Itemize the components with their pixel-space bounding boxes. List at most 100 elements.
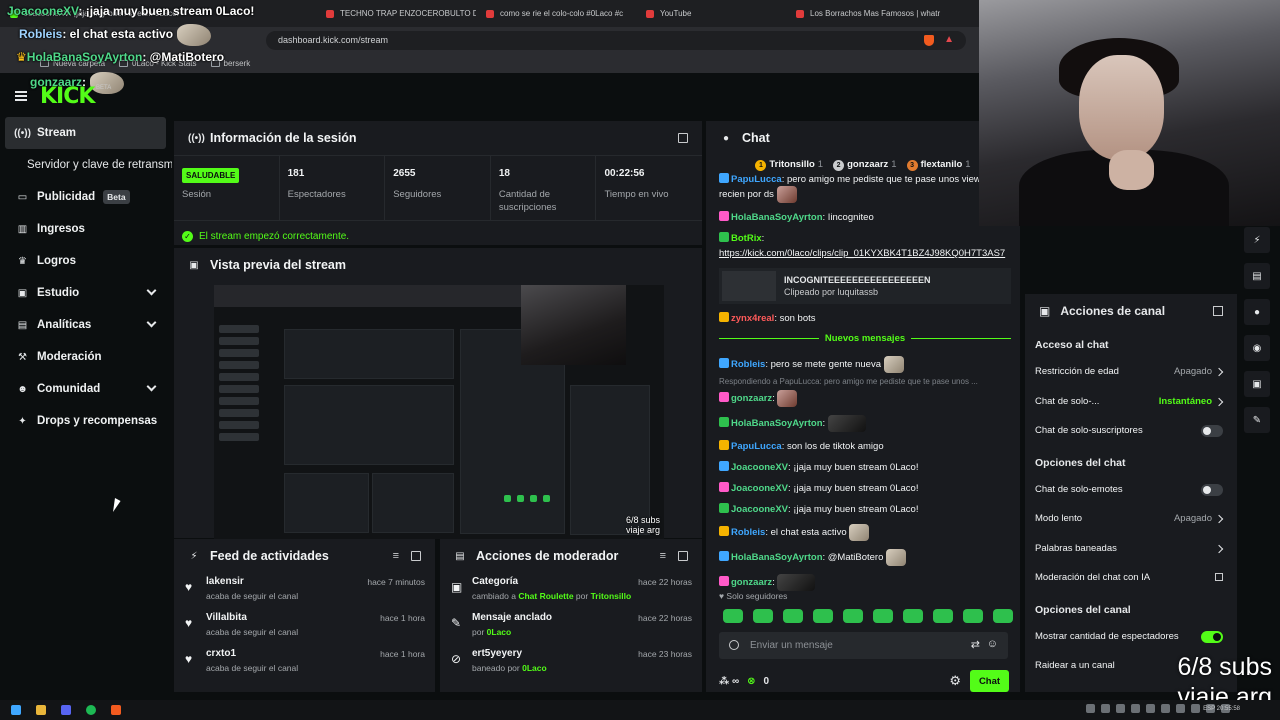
channel-icon[interactable]: ▣ [1244, 371, 1270, 397]
kick-logo[interactable]: KICK [40, 84, 95, 109]
mod-action-target[interactable]: Chat Roulette [518, 591, 573, 601]
sidebar-item[interactable]: ▣ Estudio [0, 277, 172, 309]
toggle-switch[interactable] [1201, 630, 1223, 643]
emote-button[interactable] [753, 609, 773, 623]
sidebar-item[interactable]: ((•)) Stream [5, 117, 166, 149]
windows-start-icon[interactable] [11, 705, 21, 715]
sidebar-item[interactable]: ☻ Comunidad [0, 373, 172, 405]
lightning-icon[interactable]: ⚡ [1244, 227, 1270, 253]
emote-button[interactable] [843, 609, 863, 623]
external-link-icon[interactable] [1215, 573, 1223, 581]
chat-username[interactable]: PapuLucca [731, 174, 782, 185]
broadcast-icon[interactable]: ◉ [1244, 335, 1270, 361]
url-field[interactable]: dashboard.kick.com/stream ▲ [266, 30, 966, 50]
browser-tab[interactable]: Los Borrachos Mas Famosos | whatr [786, 0, 956, 27]
chat-username[interactable]: PapuLucca [731, 441, 782, 452]
browser-tab[interactable]: como se rie el colo-colo #0Laco #c [476, 0, 636, 27]
sidebar-item[interactable]: ▤ Analíticas [0, 309, 172, 341]
chat-username[interactable]: zynx4real [731, 313, 774, 324]
setting-row[interactable]: Modo lento Apagado [1025, 504, 1237, 534]
chat-username[interactable]: HolaBanaSoyAyrton [731, 212, 823, 223]
setting-row[interactable]: Chat de solo-suscriptores [1025, 416, 1237, 446]
discord-icon[interactable] [61, 705, 71, 715]
chat-username[interactable]: JoacooneXV [731, 462, 788, 473]
points-icon[interactable]: ⊗ [747, 676, 755, 687]
emote-button[interactable] [813, 609, 833, 623]
smiley-icon[interactable] [729, 640, 739, 650]
setting-row[interactable]: Mostrar cantidad de espectadores [1025, 622, 1237, 652]
mod-action-target[interactable]: 0Laco [487, 627, 512, 637]
sidebar-item[interactable]: Servidor y clave de retransmisión [0, 149, 172, 181]
emote-button[interactable] [723, 609, 743, 623]
gear-icon[interactable]: ⚙ [949, 673, 961, 689]
emote-button[interactable] [783, 609, 803, 623]
setting-row[interactable]: Chat de solo-emotes [1025, 475, 1237, 505]
emote-button[interactable] [903, 609, 923, 623]
chat-username[interactable]: JoacooneXV [731, 504, 788, 515]
setting-row[interactable]: Restricción de edad Apagado [1025, 357, 1237, 387]
translate-icon[interactable]: ⇄ [971, 638, 980, 651]
brave-shield-icon[interactable] [924, 34, 934, 46]
top-gifter[interactable]: 2 gonzaarz 1 [833, 159, 897, 171]
brave-browser-icon[interactable] [111, 705, 121, 715]
top-gifter[interactable]: 1 Tritonsillo 1 [755, 159, 823, 171]
mod-action-target[interactable]: 0Laco [522, 663, 547, 673]
sidebar-item[interactable]: ✦ Drops y recompensas [0, 405, 172, 437]
emote-button[interactable] [963, 609, 983, 623]
sidebar-item[interactable]: ▥ Ingresos [0, 213, 172, 245]
clip-card[interactable]: INCOGNITEEEEEEEEEEEEEEEEN Clipeado por lu… [719, 268, 1011, 304]
warning-icon[interactable]: ▲ [944, 34, 954, 45]
filter-icon[interactable]: ≡ [393, 550, 399, 562]
toggle-switch[interactable] [1201, 483, 1223, 496]
sidebar-item[interactable]: ⚒ Moderación [0, 341, 172, 373]
emote-button[interactable] [933, 609, 953, 623]
clipboard-icon[interactable]: ▤ [1244, 263, 1270, 289]
spotify-icon[interactable] [86, 705, 96, 715]
chat-bubble-icon[interactable]: ● [1244, 299, 1270, 325]
file-explorer-icon[interactable] [36, 705, 46, 715]
chevron-right-icon[interactable] [1214, 367, 1224, 377]
chat-username[interactable]: BotRix [731, 233, 762, 244]
feed-row[interactable]: ♥ Villalbita acaba de seguir el canal hace … [174, 609, 435, 645]
browser-tab[interactable]: YouTube [636, 0, 786, 27]
feed-row[interactable]: ♥ crxto1 acaba de seguir el canal hace 1 ho… [174, 645, 435, 681]
chevron-right-icon[interactable] [1214, 514, 1224, 524]
chevron-down-icon[interactable] [146, 381, 157, 392]
chat-username[interactable]: gonzaarz [731, 393, 772, 404]
chevron-right-icon[interactable] [1214, 544, 1224, 553]
chat-input[interactable]: Enviar un mensaje ⇄ ☺ [719, 632, 1008, 659]
feed-row[interactable]: ♥ lakensir acaba de seguir el canal hace 7 … [174, 573, 435, 609]
clip-link[interactable]: https://kick.com/0laco/clips/clip_01KYXB… [719, 247, 1011, 260]
mod-action-row[interactable]: ✎ Mensaje anclado por 0Laco hace 22 horas [440, 609, 702, 645]
emote-button[interactable] [993, 609, 1013, 623]
emoji-icon[interactable]: ☺ [987, 638, 998, 650]
chat-username[interactable]: HolaBanaSoyAyrton [731, 418, 823, 429]
chevron-right-icon[interactable] [1214, 397, 1224, 406]
new-messages-divider[interactable]: Nuevos mensajes [719, 333, 1011, 344]
stream-preview-video[interactable]: 6/8 subs viaje arg [214, 285, 664, 539]
toggle-switch[interactable] [1201, 425, 1223, 437]
popout-icon[interactable] [678, 133, 688, 143]
chat-username[interactable]: HolaBanaSoyAyrton [731, 552, 823, 563]
top-gifter[interactable]: 3 flextanilo 1 [906, 159, 971, 171]
setting-row[interactable]: Moderación del chat con IA [1025, 563, 1237, 593]
mod-action-user[interactable]: Tritonsillo [591, 591, 632, 601]
setting-row[interactable]: Chat de solo-... Instantáneo [1025, 387, 1237, 417]
popout-icon[interactable] [411, 551, 421, 561]
popout-icon[interactable] [678, 551, 688, 561]
mod-action-row[interactable]: ⊘ ert5yeyery baneado por 0Laco hace 23 hora… [440, 645, 702, 681]
setting-row[interactable]: Palabras baneadas [1025, 534, 1237, 564]
mod-action-row[interactable]: ▣ Categoría cambiado a Chat Roulette por T… [440, 573, 702, 609]
menu-hamburger-icon[interactable] [15, 91, 27, 101]
emote-button[interactable] [873, 609, 893, 623]
chevron-down-icon[interactable] [146, 285, 157, 296]
send-chat-button[interactable]: Chat [970, 670, 1009, 692]
chat-username[interactable]: Robleis [731, 359, 765, 370]
wrench-icon[interactable]: ✎ [1244, 407, 1270, 433]
sidebar-item[interactable]: ▭ Publicidad Beta [0, 181, 172, 213]
sidebar-item[interactable]: ♛ Logros [0, 245, 172, 277]
filter-icon[interactable]: ≡ [660, 550, 666, 562]
chat-username[interactable]: gonzaarz [731, 577, 772, 588]
chat-username[interactable]: JoacooneXV [731, 483, 788, 494]
popout-icon[interactable] [1213, 306, 1223, 316]
